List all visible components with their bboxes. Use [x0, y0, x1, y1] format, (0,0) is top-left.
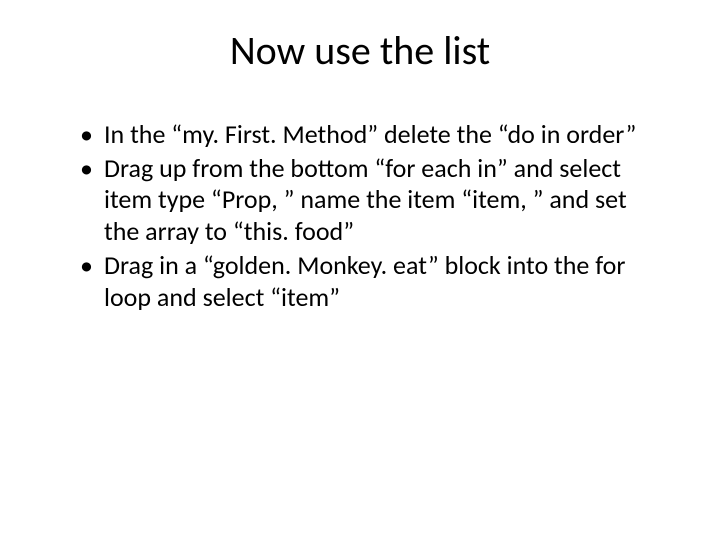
slide-title: Now use the list	[60, 26, 660, 75]
list-item: In the “my. First. Method” delete the “d…	[86, 119, 660, 151]
list-item: Drag in a “golden. Monkey. eat” block in…	[86, 250, 660, 313]
list-item: Drag up from the bottom “for each in” an…	[86, 153, 660, 248]
bullet-list: In the “my. First. Method” delete the “d…	[60, 119, 660, 313]
slide: Now use the list In the “my. First. Meth…	[0, 0, 720, 540]
